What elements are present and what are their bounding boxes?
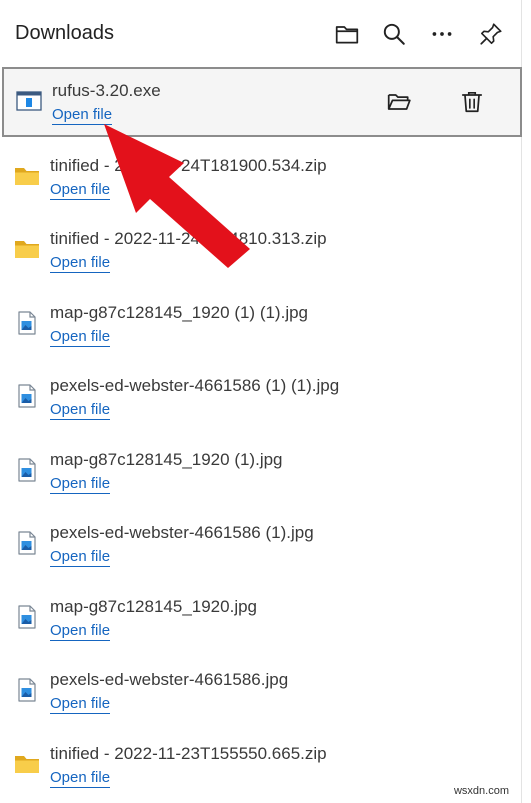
download-filename: map-g87c128145_1920 (1).jpg [50, 450, 283, 469]
search-downloads-button[interactable] [378, 18, 410, 50]
download-item[interactable]: map-g87c128145_1920 (1) (1).jpg Open fil… [0, 289, 522, 361]
downloads-header: Downloads [0, 0, 522, 64]
download-filename: pexels-ed-webster-4661586 (1).jpg [50, 523, 314, 542]
open-file-link[interactable]: Open file [50, 549, 111, 567]
download-item[interactable]: pexels-ed-webster-4661586.jpg Open file [0, 656, 522, 728]
open-file-link[interactable]: Open file [50, 329, 111, 347]
open-file-link[interactable]: Open file [50, 623, 111, 641]
show-in-folder-button[interactable] [384, 87, 414, 117]
open-file-link[interactable]: Open file [50, 770, 111, 788]
more-options-button[interactable] [426, 18, 458, 50]
image-file-icon [18, 605, 36, 629]
search-icon [383, 23, 405, 45]
open-file-link[interactable]: Open file [50, 402, 111, 420]
zip-folder-icon [15, 756, 39, 773]
open-file-link[interactable]: Open file [50, 255, 111, 273]
download-filename: tinified - 2022-11-24T181900.534.zip [50, 156, 327, 175]
image-file-icon [18, 531, 36, 555]
exe-file-icon [16, 91, 42, 111]
download-filename: map-g87c128145_1920 (1) (1).jpg [50, 303, 309, 322]
open-downloads-folder-button[interactable] [331, 18, 363, 50]
download-item[interactable]: tinified - 2022-11-24T181900.534.zip Ope… [0, 142, 522, 214]
download-item[interactable]: map-g87c128145_1920 (1).jpg Open file [0, 436, 522, 508]
watermark: wsxdn.com [453, 785, 509, 797]
download-filename: tinified - 2022-11-24T154810.313.zip [50, 229, 327, 248]
open-folder-icon [387, 94, 411, 110]
delete-button[interactable] [457, 87, 487, 117]
image-file-icon [18, 458, 36, 482]
downloads-panel: Downloads rufus-3.20.exe Open file tinif… [0, 0, 522, 803]
more-icon [432, 32, 452, 36]
download-item[interactable]: tinified - 2022-11-23T155550.665.zip Ope… [0, 730, 522, 802]
download-filename: pexels-ed-webster-4661586 (1) (1).jpg [50, 376, 340, 395]
download-item[interactable]: tinified - 2022-11-24T154810.313.zip Ope… [0, 215, 522, 287]
zip-folder-icon [15, 241, 39, 258]
download-filename: rufus-3.20.exe [52, 81, 161, 100]
image-file-icon [18, 678, 36, 702]
download-item-selected[interactable]: rufus-3.20.exe Open file [2, 67, 522, 137]
download-item[interactable]: pexels-ed-webster-4661586 (1).jpg Open f… [0, 509, 522, 581]
download-filename: map-g87c128145_1920.jpg [50, 597, 258, 616]
download-item[interactable]: map-g87c128145_1920.jpg Open file [0, 583, 522, 655]
open-file-link[interactable]: Open file [52, 107, 113, 125]
download-item[interactable]: pexels-ed-webster-4661586 (1) (1).jpg Op… [0, 362, 522, 434]
image-file-icon [18, 384, 36, 408]
open-file-link[interactable]: Open file [50, 182, 111, 200]
pin-icon [480, 23, 502, 45]
download-filename: pexels-ed-webster-4661586.jpg [50, 670, 289, 689]
open-file-link[interactable]: Open file [50, 476, 111, 494]
zip-folder-icon [15, 168, 39, 185]
open-file-link[interactable]: Open file [50, 696, 111, 714]
delete-icon [461, 91, 483, 113]
download-filename: tinified - 2022-11-23T155550.665.zip [50, 744, 327, 763]
image-file-icon [18, 311, 36, 335]
pin-downloads-button[interactable] [475, 18, 507, 50]
page-title: Downloads [15, 22, 114, 44]
folder-icon [335, 26, 359, 44]
